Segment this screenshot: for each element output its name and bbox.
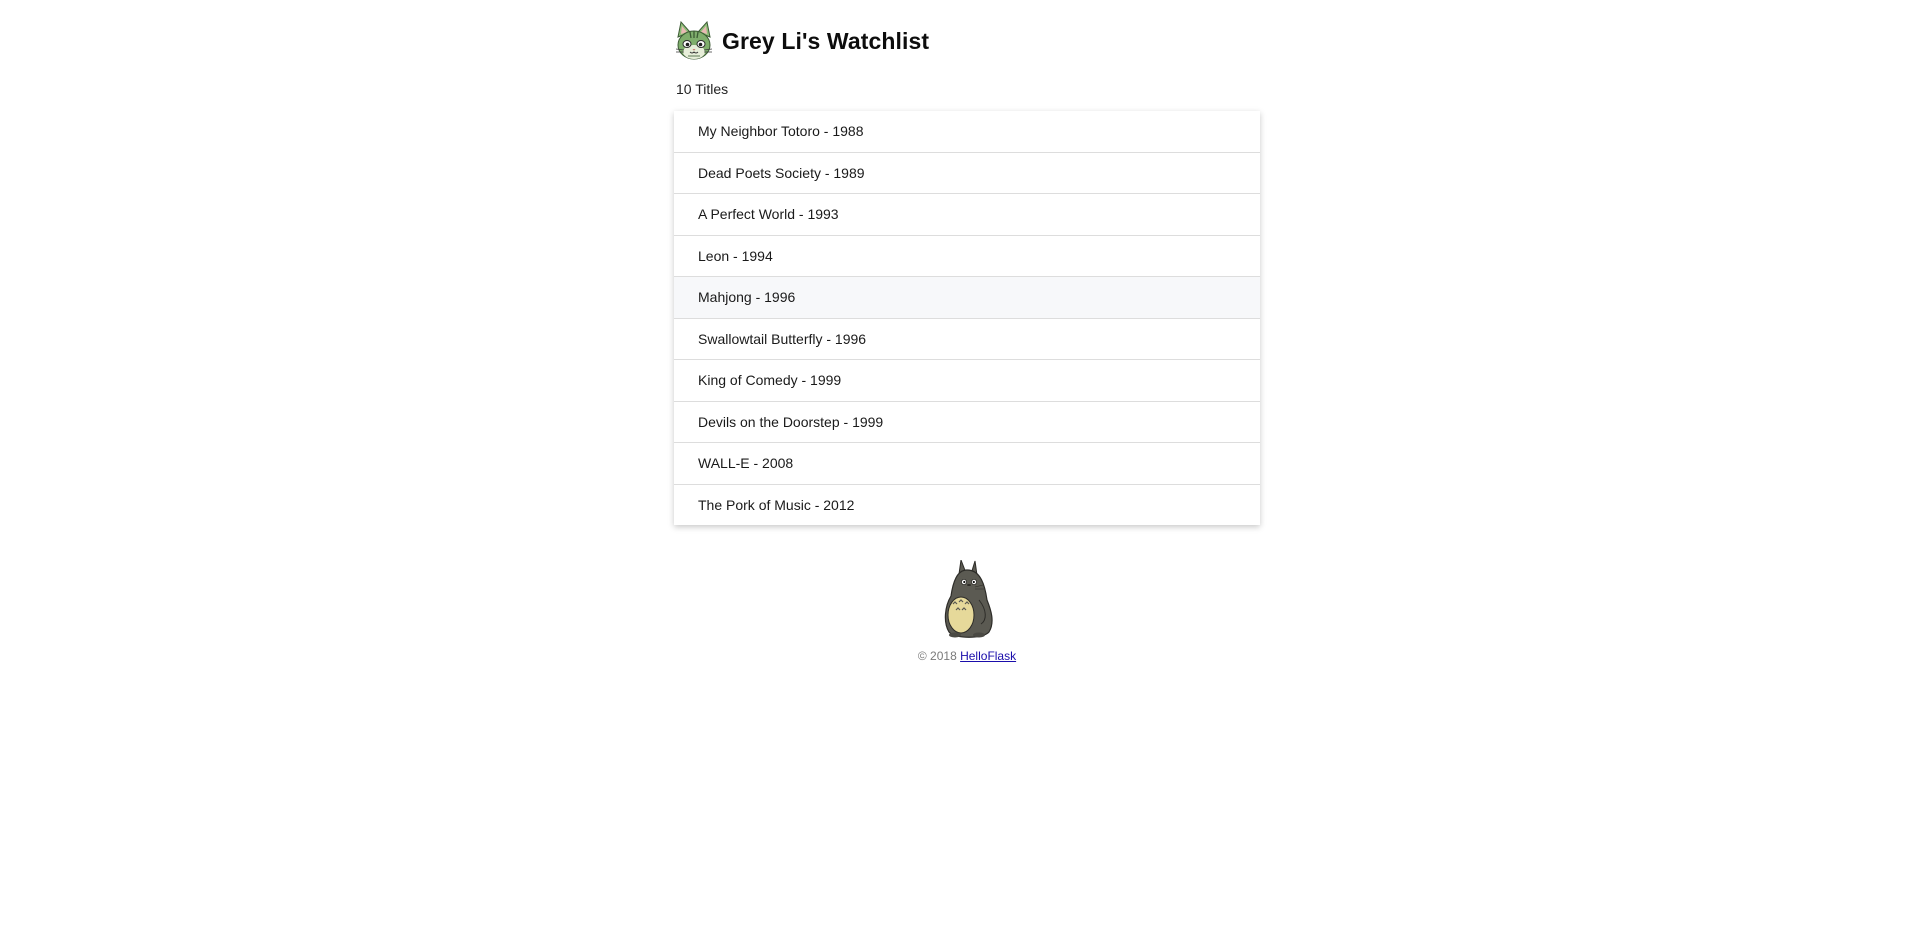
copyright-text: © 2018 xyxy=(917,649,957,663)
movie-item[interactable]: Dead Poets Society - 1989 xyxy=(674,152,1260,194)
movie-item[interactable]: Devils on the Doorstep - 1999 xyxy=(674,401,1260,443)
cat-avatar-icon xyxy=(676,21,712,60)
movie-item[interactable]: WALL-E - 2008 xyxy=(674,443,1260,485)
movie-item[interactable]: King of Comedy - 1999 xyxy=(674,360,1260,402)
movie-item[interactable]: Swallowtail Butterfly - 1996 xyxy=(674,318,1260,360)
movie-item[interactable]: The Pork of Music - 2012 xyxy=(674,484,1260,525)
page-title: Grey Li's Watchlist xyxy=(722,28,930,54)
movie-item[interactable]: Leon - 1994 xyxy=(674,235,1260,277)
movie-item[interactable]: My Neighbor Totoro - 1988 xyxy=(674,111,1260,153)
totoro-icon xyxy=(944,560,993,638)
copyright: © 2018 HelloFlask xyxy=(674,649,1260,663)
helloflask-link[interactable]: HelloFlask xyxy=(960,649,1016,663)
movie-item[interactable]: Mahjong - 1996 xyxy=(674,277,1260,319)
page-footer: © 2018 HelloFlask xyxy=(674,560,1260,663)
title-count: 10 Titles xyxy=(676,81,729,97)
movie-list: My Neighbor Totoro - 1988 Dead Poets Soci… xyxy=(674,111,1260,525)
movie-item[interactable]: A Perfect World - 1993 xyxy=(674,194,1260,236)
page-header: Grey Li's Watchlist xyxy=(676,20,929,62)
